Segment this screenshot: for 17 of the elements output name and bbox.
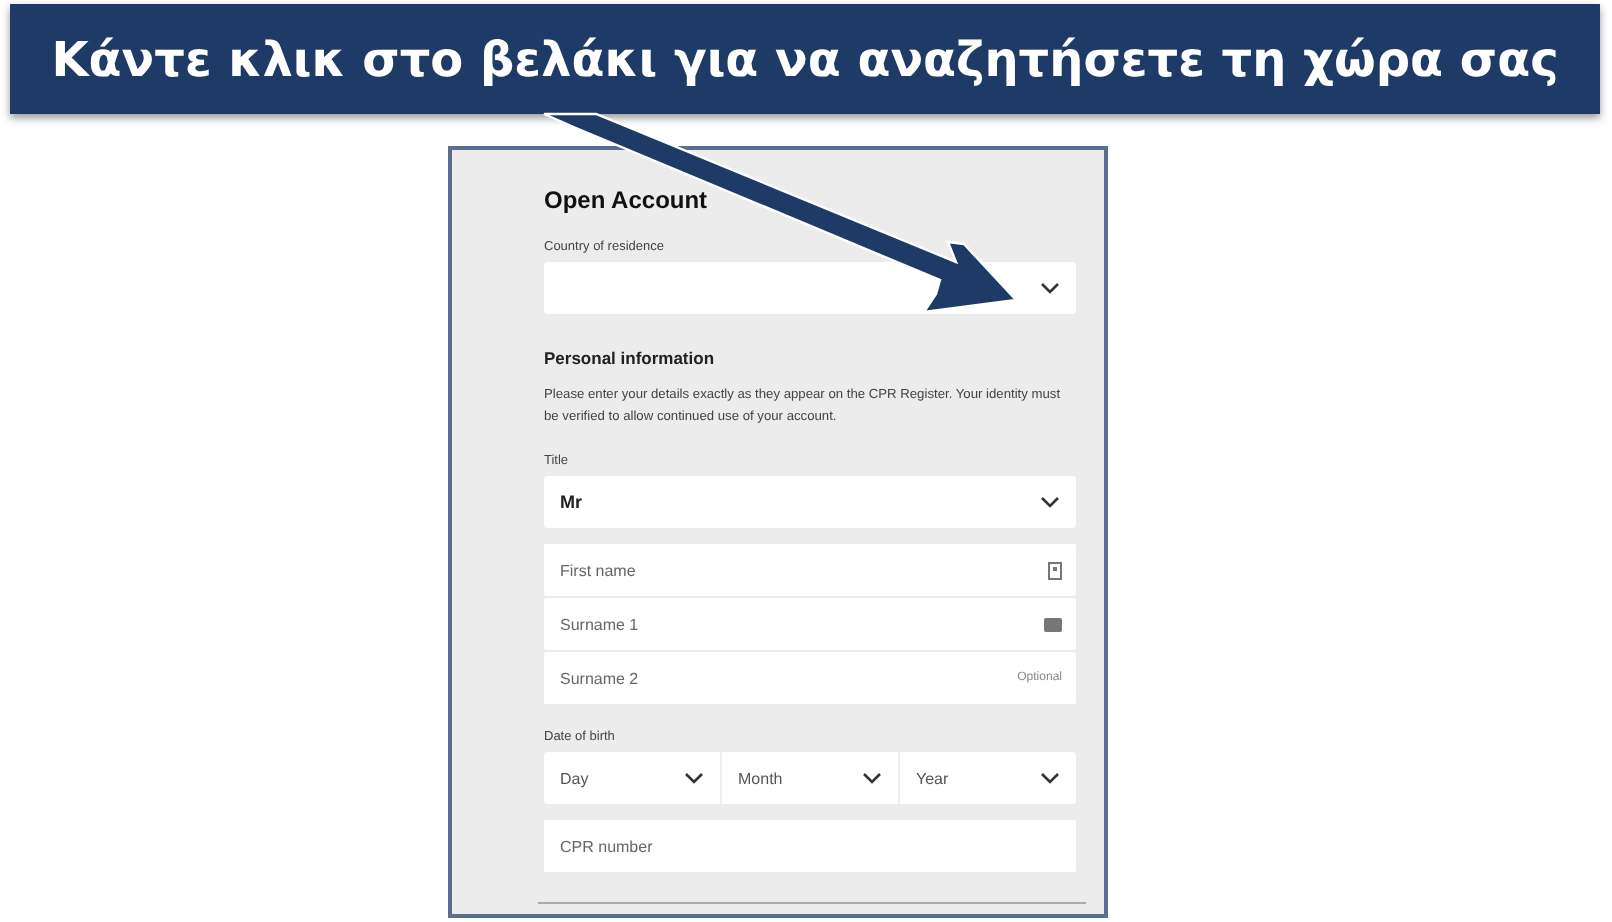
chevron-icon bbox=[1040, 282, 1060, 294]
chevron-icon bbox=[862, 772, 882, 784]
form-title: Open Account bbox=[544, 186, 710, 214]
date-select[interactable]: Year bbox=[898, 752, 1076, 804]
name-field[interactable]: Surname 1 bbox=[544, 598, 1076, 650]
contact-card-icon bbox=[1048, 561, 1062, 579]
date-select[interactable]: Month bbox=[720, 752, 898, 804]
date-select[interactable]: Day bbox=[544, 752, 720, 804]
card-icon bbox=[1044, 617, 1062, 631]
chevron-icon bbox=[684, 772, 704, 784]
cpr-field[interactable]: CPR number bbox=[544, 820, 1076, 872]
section-title: Personal information bbox=[544, 348, 717, 368]
callout-banner: Κάντε κλικ στο βελάκι για να αναζητήσετε τη χώρα σας bbox=[10, 4, 1600, 114]
title-select[interactable]: Mr bbox=[544, 476, 1076, 528]
chevron-icon bbox=[1040, 496, 1060, 508]
name-field[interactable]: First name bbox=[544, 544, 1076, 596]
chevron-icon bbox=[1040, 772, 1060, 784]
